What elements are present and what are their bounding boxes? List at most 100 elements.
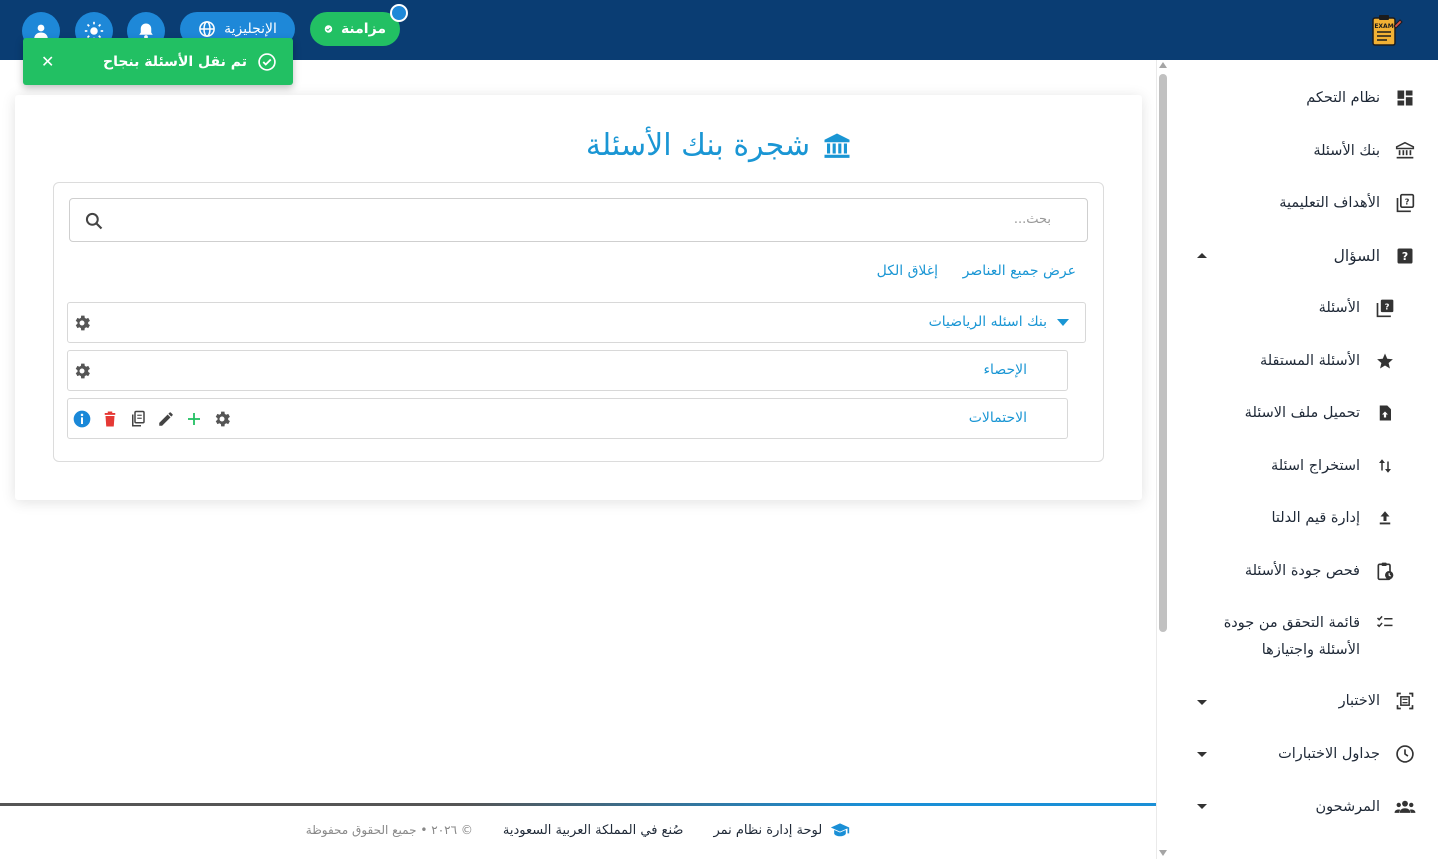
- gear-icon[interactable]: [72, 313, 92, 333]
- sidebar-item-label: الأسئلة المستقلة: [1259, 353, 1360, 369]
- sidebar-item-label: الأهداف التعليمية: [1279, 195, 1380, 211]
- search-placeholder: بحث...: [1013, 212, 1051, 227]
- toast-close-button[interactable]: ✕: [41, 52, 54, 71]
- footer-made-in: صُنع في المملكة العربية السعودية: [502, 822, 684, 838]
- toast-text: تم نقل الأسئلة بنجاح: [102, 53, 247, 70]
- exam-logo-icon: EXAM: [1372, 15, 1403, 46]
- questions-icon: ?: [1374, 297, 1396, 319]
- sidebar-item-label: بنك الأسئلة: [1313, 143, 1380, 159]
- sidebar-item-label: الأسئلة: [1318, 300, 1360, 316]
- info-button[interactable]: [71, 408, 93, 430]
- sidebar-item-label: السؤال: [1333, 247, 1380, 265]
- check-circle-icon: [324, 25, 333, 33]
- sync-label: مزامنة: [340, 21, 386, 37]
- sync-status-dot: [390, 4, 408, 22]
- objectives-icon: ?: [1394, 192, 1416, 214]
- bank-icon: [824, 133, 850, 158]
- pencil-icon: [159, 412, 173, 426]
- graduation-cap-icon: [831, 823, 850, 837]
- info-icon: [73, 410, 91, 428]
- sidebar-item-dashboard[interactable]: نظام التحكم: [1306, 87, 1416, 109]
- gear-icon[interactable]: [72, 361, 92, 381]
- sidebar-item-questions[interactable]: ? الأسئلة: [1319, 297, 1396, 319]
- footer-brand: لوحة إدارة نظام نمر: [713, 822, 850, 838]
- sidebar-item-label: تحميل ملف الاسئلة: [1244, 405, 1360, 421]
- check-circle-outline-icon: [258, 52, 276, 71]
- scroll-up-arrow-icon[interactable]: [1159, 62, 1167, 68]
- sidebar-item-label: استخراج اسئلة: [1270, 458, 1360, 474]
- svg-text:?: ?: [1405, 196, 1410, 206]
- tree-node-label[interactable]: الإحصاء: [983, 362, 1027, 378]
- tree-node-root[interactable]: بنك اسئله الرياضيات: [67, 302, 1086, 343]
- sidebar-item-delta-values[interactable]: إدارة قيم الدلتا: [1271, 507, 1396, 529]
- expand-caret-icon[interactable]: [1057, 319, 1069, 326]
- edit-button[interactable]: [155, 408, 177, 430]
- scroll-down-arrow-icon[interactable]: [1159, 850, 1167, 856]
- app-logo[interactable]: EXAM: [1368, 12, 1404, 48]
- sidebar-item-quality-check[interactable]: فحص جودة الأسئلة: [1245, 560, 1396, 582]
- tree-node-label[interactable]: بنك اسئله الرياضيات: [929, 314, 1047, 330]
- tree-node-child[interactable]: الإحصاء: [67, 350, 1068, 391]
- file-upload-icon: [1374, 402, 1396, 424]
- success-toast: ✕ تم نقل الأسئلة بنجاح: [23, 38, 293, 85]
- footer: لوحة إدارة نظام نمر صُنع في المملكة العر…: [0, 822, 1156, 838]
- expand-caret-icon[interactable]: [1197, 752, 1207, 757]
- clipboard-clock-icon: [1374, 560, 1396, 582]
- sidebar-item-exam-schedules[interactable]: جداول الاختبارات: [1278, 743, 1416, 765]
- collapse-all-link[interactable]: إغلاق الكل: [877, 263, 938, 279]
- sidebar-item-label: نظام التحكم: [1306, 90, 1380, 106]
- footer-copyright: © ٢٠٢٦ • جميع الحقوق محفوظة: [305, 823, 473, 837]
- plus-icon: [188, 413, 200, 425]
- sidebar-item-label: المرشحون: [1315, 799, 1380, 815]
- sidebar-item-independent-questions[interactable]: الأسئلة المستقلة: [1260, 350, 1396, 372]
- sidebar-item-exam[interactable]: الاختبار: [1339, 690, 1416, 712]
- expand-caret-icon[interactable]: [1197, 804, 1207, 809]
- tree-node-child-hovered[interactable]: الاحتمالات: [67, 398, 1068, 439]
- page-title-text: شجرة بنك الأسئلة: [585, 128, 811, 163]
- sidebar-item-label: قائمة التحقق من جودة الأسئلة واجتيازها: [1223, 615, 1360, 658]
- sidebar-item-extract-questions[interactable]: استخراج اسئلة: [1271, 455, 1396, 477]
- toast-message: تم نقل الأسئلة بنجاح: [103, 52, 277, 72]
- sidebar-item-question-bank[interactable]: بنك الأسئلة: [1313, 140, 1416, 162]
- copy-icon: [132, 410, 145, 427]
- settings-button[interactable]: [211, 408, 233, 430]
- globe-icon: [199, 21, 215, 37]
- node-actions: [71, 408, 233, 430]
- clock-icon: [1394, 743, 1416, 765]
- star-icon: [1374, 350, 1396, 372]
- dashboard-icon: [1394, 87, 1416, 109]
- add-child-button[interactable]: [183, 408, 205, 430]
- sort-icon: [1374, 455, 1396, 477]
- sidebar-item-candidates[interactable]: المرشحون: [1316, 796, 1416, 818]
- upload-icon: [1374, 507, 1396, 529]
- sidebar-item-label: إدارة قيم الدلتا: [1271, 510, 1360, 526]
- sidebar-item-question[interactable]: ? السؤال: [1334, 245, 1416, 267]
- people-icon: [1394, 796, 1416, 818]
- sidebar-item-upload-questions-file[interactable]: تحميل ملف الاسئلة: [1245, 402, 1396, 424]
- sidebar: نظام التحكم بنك الأسئلة ? الأهداف التعلي…: [1171, 60, 1438, 859]
- show-all-link[interactable]: عرض جميع العناصر: [963, 263, 1076, 279]
- question-icon: ?: [1394, 245, 1416, 267]
- svg-text:?: ?: [1385, 301, 1390, 311]
- copy-button[interactable]: [127, 408, 149, 430]
- sidebar-item-quality-checklist[interactable]: قائمة التحقق من جودة الأسئلة واجتيازها: [1210, 612, 1396, 664]
- sidebar-item-label: الاختبار: [1338, 693, 1380, 709]
- expand-caret-icon[interactable]: [1197, 700, 1207, 705]
- gear-icon: [215, 411, 230, 427]
- bank-icon: [1394, 140, 1416, 162]
- trash-icon: [104, 411, 116, 427]
- footer-brand-text: لوحة إدارة نظام نمر: [713, 822, 823, 838]
- exam-icon: [1394, 690, 1416, 712]
- search-icon: [85, 212, 103, 230]
- sync-button[interactable]: مزامنة: [310, 12, 400, 46]
- search-input[interactable]: بحث...: [69, 198, 1088, 242]
- svg-text:?: ?: [1402, 250, 1408, 263]
- language-label: الإنجليزية: [224, 21, 277, 37]
- scrollbar-thumb[interactable]: [1159, 74, 1167, 632]
- sidebar-item-objectives[interactable]: ? الأهداف التعليمية: [1279, 192, 1416, 214]
- footer-divider: [0, 803, 1156, 806]
- sidebar-item-label: فحص جودة الأسئلة: [1244, 563, 1360, 579]
- delete-button[interactable]: [99, 408, 121, 430]
- collapse-caret-icon[interactable]: [1197, 253, 1207, 258]
- tree-node-label[interactable]: الاحتمالات: [969, 410, 1027, 426]
